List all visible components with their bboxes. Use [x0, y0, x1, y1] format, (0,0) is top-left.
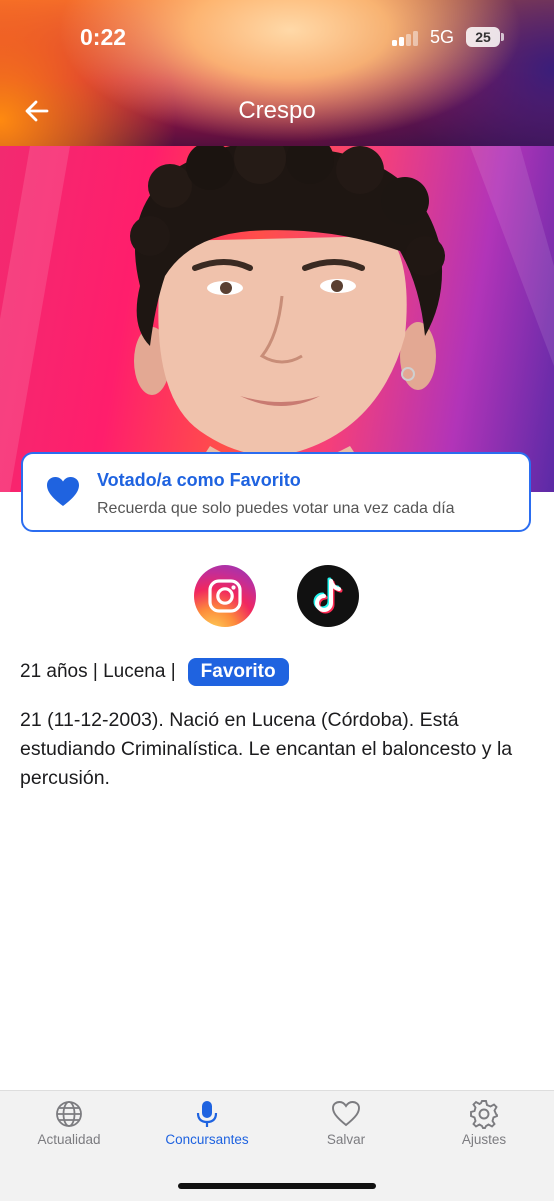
vote-title: Votado/a como Favorito: [97, 470, 301, 490]
contestant-bio: 21 (11-12-2003). Nació en Lucena (Córdob…: [20, 709, 513, 789]
header: 0:22 5G 25 Crespo: [0, 0, 554, 146]
tab-concursantes[interactable]: Concursantes: [138, 1099, 276, 1147]
tab-ajustes[interactable]: Ajustes: [415, 1099, 553, 1147]
vote-status-card: Votado/a como Favorito Recuerda que solo…: [21, 452, 531, 532]
network-type: 5G: [430, 27, 455, 47]
tab-label: Ajustes: [461, 1132, 507, 1147]
gear-icon: [470, 1100, 498, 1129]
contestant-meta: 21 años | Lucena | Favorito: [20, 657, 289, 687]
battery-tip: [501, 33, 504, 41]
heart-icon: [332, 1101, 360, 1127]
signal-icon: [392, 30, 422, 46]
tiktok-icon[interactable]: [297, 565, 359, 627]
microphone-icon: [196, 1101, 218, 1127]
status-time: 0:22: [80, 24, 127, 50]
tab-label: Actualidad: [37, 1132, 101, 1147]
page-title: Crespo: [238, 97, 316, 124]
tab-label: Concursantes: [165, 1132, 249, 1147]
globe-icon: [56, 1101, 82, 1127]
favorite-badge: Favorito: [187, 658, 289, 686]
heart-filled-icon: [47, 477, 79, 506]
instagram-icon[interactable]: [194, 565, 256, 627]
vote-subtitle: Recuerda que solo puedes votar una vez c…: [97, 500, 455, 517]
home-indicator: [178, 1183, 376, 1189]
meta-text: 21 años | Lucena |: [20, 661, 176, 682]
tab-label: Salvar: [326, 1132, 366, 1147]
tab-salvar[interactable]: Salvar: [277, 1099, 415, 1147]
contestant-photo: [0, 146, 554, 492]
tab-actualidad[interactable]: Actualidad: [0, 1099, 138, 1147]
battery-icon: 25: [466, 27, 500, 47]
battery-level: 25: [475, 29, 491, 45]
